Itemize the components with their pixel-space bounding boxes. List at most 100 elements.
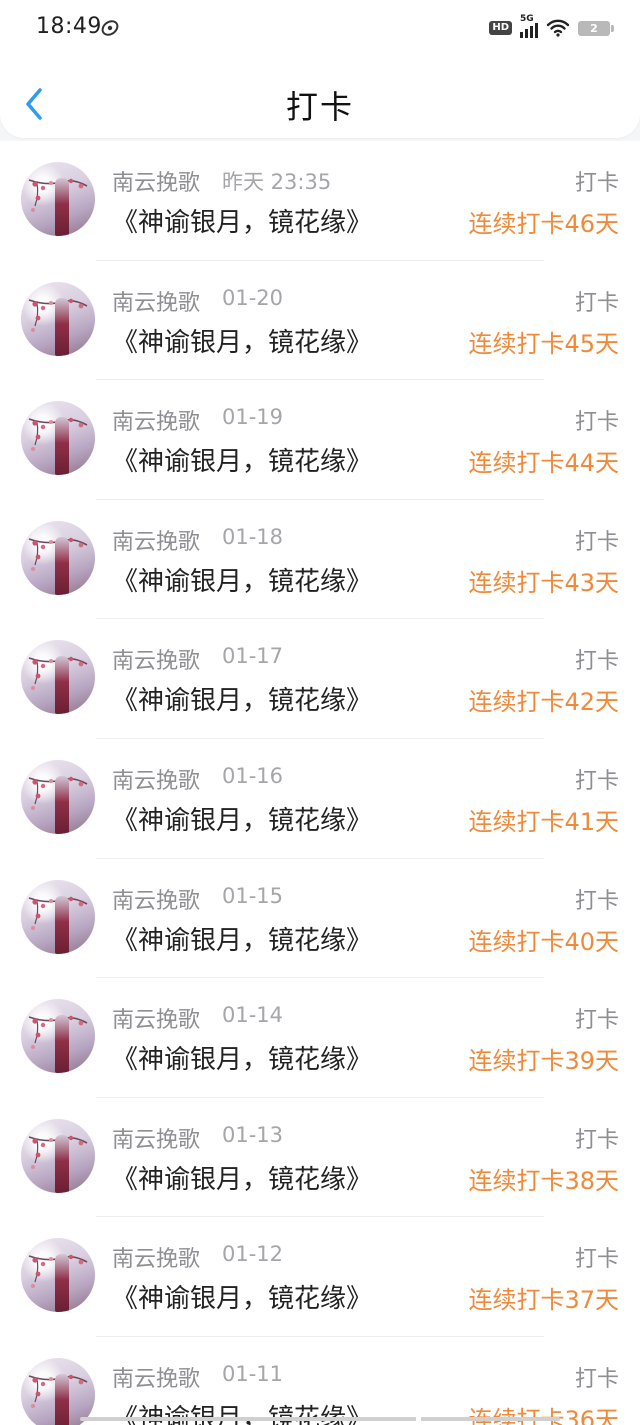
user-name[interactable]: 南云挽歌 [112, 404, 200, 436]
checkin-list-item[interactable]: 南云挽歌 01-14 打卡 《神谕银月，镜花缘》 连续打卡39天 [0, 978, 640, 1098]
checkin-list-item[interactable]: 南云挽歌 01-15 打卡 《神谕银月，镜花缘》 连续打卡40天 [0, 859, 640, 979]
page-header: 打卡 [0, 56, 640, 138]
checkin-list-item[interactable]: 南云挽歌 01-12 打卡 《神谕银月，镜花缘》 连续打卡37天 [0, 1217, 640, 1337]
avatar-figure [55, 297, 69, 356]
user-name[interactable]: 南云挽歌 [112, 1002, 200, 1034]
avatar[interactable] [21, 640, 95, 715]
avatar-figure [55, 895, 69, 954]
avatar[interactable] [21, 401, 95, 476]
avatar-figure [55, 1015, 69, 1074]
checkin-time: 01-18 [222, 524, 284, 549]
user-name[interactable]: 南云挽歌 [112, 285, 200, 317]
user-name[interactable]: 南云挽歌 [112, 883, 200, 915]
streak-label: 连续打卡46天 [468, 210, 619, 238]
checkin-action-label: 打卡 [574, 888, 619, 914]
checkin-list-item[interactable]: 南云挽歌 01-19 打卡 《神谕银月，镜花缘》 连续打卡44天 [0, 380, 640, 500]
avatar[interactable] [21, 1118, 95, 1193]
wifi-icon [546, 19, 570, 37]
status-indicators: HD 5G 2 [489, 14, 614, 42]
checkin-action-label: 打卡 [574, 290, 619, 316]
avatar-figure [55, 178, 69, 236]
book-title[interactable]: 《神谕银月，镜花缘》 [112, 561, 372, 598]
cellular-signal-icon: 5G [520, 14, 538, 38]
avatar[interactable] [21, 520, 95, 595]
checkin-time: 01-12 [222, 1242, 284, 1267]
streak-label: 连续打卡42天 [468, 688, 619, 717]
book-title[interactable]: 《神谕银月，镜花缘》 [112, 441, 372, 478]
checkin-list-item[interactable]: 南云挽歌 01-20 打卡 《神谕银月，镜花缘》 连续打卡45天 [0, 261, 640, 381]
checkin-action-label: 打卡 [574, 768, 619, 794]
book-title[interactable]: 《神谕银月，镜花缘》 [112, 1278, 372, 1315]
user-name[interactable]: 南云挽歌 [112, 165, 200, 197]
page-title: 打卡 [285, 88, 354, 126]
status-bar: 18:49 HD 5G 2 [0, 0, 640, 56]
checkin-time: 01-15 [222, 883, 284, 908]
book-title[interactable]: 《神谕银月，镜花缘》 [112, 920, 372, 957]
streak-label: 连续打卡37天 [468, 1286, 619, 1315]
checkin-time: 01-17 [222, 644, 284, 669]
user-name[interactable]: 南云挽歌 [112, 1241, 200, 1273]
avatar-figure [55, 536, 69, 595]
streak-label: 连续打卡39天 [468, 1047, 619, 1076]
book-title[interactable]: 《神谕银月，镜花缘》 [112, 1159, 372, 1196]
checkin-time: 01-11 [222, 1361, 284, 1386]
avatar-figure [55, 1373, 69, 1425]
avatar-figure [55, 1254, 69, 1313]
book-title[interactable]: 《神谕银月，镜花缘》 [112, 202, 372, 239]
avatar-figure [55, 656, 69, 715]
checkin-time: 01-16 [222, 763, 284, 788]
avatar-figure [55, 775, 69, 834]
checkin-list-item[interactable]: 南云挽歌 01-13 打卡 《神谕银月，镜花缘》 连续打卡38天 [0, 1098, 640, 1218]
avatar[interactable] [21, 759, 95, 834]
streak-label: 连续打卡36天 [468, 1405, 619, 1425]
avatar[interactable] [21, 879, 95, 954]
user-name[interactable]: 南云挽歌 [112, 763, 200, 795]
checkin-action-label: 打卡 [574, 171, 619, 196]
checkin-action-label: 打卡 [574, 410, 619, 436]
checkin-time: 01-14 [222, 1003, 284, 1028]
user-name[interactable]: 南云挽歌 [112, 1361, 200, 1393]
user-name[interactable]: 南云挽歌 [112, 643, 200, 675]
checkin-action-label: 打卡 [574, 1008, 619, 1034]
streak-label: 连续打卡43天 [468, 568, 619, 597]
checkin-action-label: 打卡 [574, 649, 619, 675]
avatar[interactable] [21, 162, 95, 236]
battery-icon: 2 [578, 20, 614, 36]
checkin-list: 南云挽歌 昨天 23:35 打卡 《神谕银月，镜花缘》 连续打卡46天 南云挽歌… [0, 141, 640, 1425]
streak-label: 连续打卡40天 [468, 927, 619, 956]
streak-label: 连续打卡41天 [468, 807, 619, 836]
book-title[interactable]: 《神谕银月，镜花缘》 [112, 680, 372, 717]
checkin-time: 昨天 23:35 [222, 170, 332, 194]
book-title[interactable]: 《神谕银月，镜花缘》 [112, 800, 372, 837]
checkin-list-item[interactable]: 南云挽歌 01-11 打卡 《神谕银月，镜花缘》 连续打卡36天 [0, 1337, 640, 1425]
home-indicator [80, 1417, 560, 1421]
user-name[interactable]: 南云挽歌 [112, 524, 200, 556]
book-title[interactable]: 《神谕银月，镜花缘》 [112, 1039, 372, 1076]
avatar[interactable] [21, 1357, 95, 1425]
checkin-action-label: 打卡 [574, 1247, 619, 1273]
checkin-list-item[interactable]: 南云挽歌 昨天 23:35 打卡 《神谕银月，镜花缘》 连续打卡46天 [0, 141, 640, 261]
hd-badge: HD [489, 21, 512, 35]
app-notification-icon [101, 20, 119, 36]
checkin-action-label: 打卡 [574, 529, 619, 555]
checkin-action-label: 打卡 [574, 1366, 619, 1392]
avatar[interactable] [21, 999, 95, 1074]
book-title[interactable]: 《神谕银月，镜花缘》 [112, 322, 372, 359]
checkin-time: 01-19 [222, 405, 284, 430]
checkin-time: 01-13 [222, 1122, 284, 1147]
app-screen: 18:49 HD 5G 2 打卡 南云挽歌 昨天 23:35 打卡 《神谕银月，… [0, 0, 640, 1425]
user-name[interactable]: 南云挽歌 [112, 1122, 200, 1154]
checkin-time: 01-20 [222, 285, 284, 310]
avatar-figure [55, 417, 69, 476]
avatar[interactable] [21, 1238, 95, 1313]
streak-label: 连续打卡44天 [468, 449, 619, 478]
streak-label: 连续打卡45天 [468, 329, 619, 358]
checkin-list-item[interactable]: 南云挽歌 01-18 打卡 《神谕银月，镜花缘》 连续打卡43天 [0, 500, 640, 620]
checkin-action-label: 打卡 [574, 1127, 619, 1153]
network-type-label: 5G [520, 14, 534, 24]
avatar-figure [55, 1134, 69, 1193]
checkin-list-item[interactable]: 南云挽歌 01-16 打卡 《神谕银月，镜花缘》 连续打卡41天 [0, 739, 640, 859]
status-time: 18:49 [36, 14, 102, 39]
avatar[interactable] [21, 281, 95, 356]
checkin-list-item[interactable]: 南云挽歌 01-17 打卡 《神谕银月，镜花缘》 连续打卡42天 [0, 619, 640, 739]
